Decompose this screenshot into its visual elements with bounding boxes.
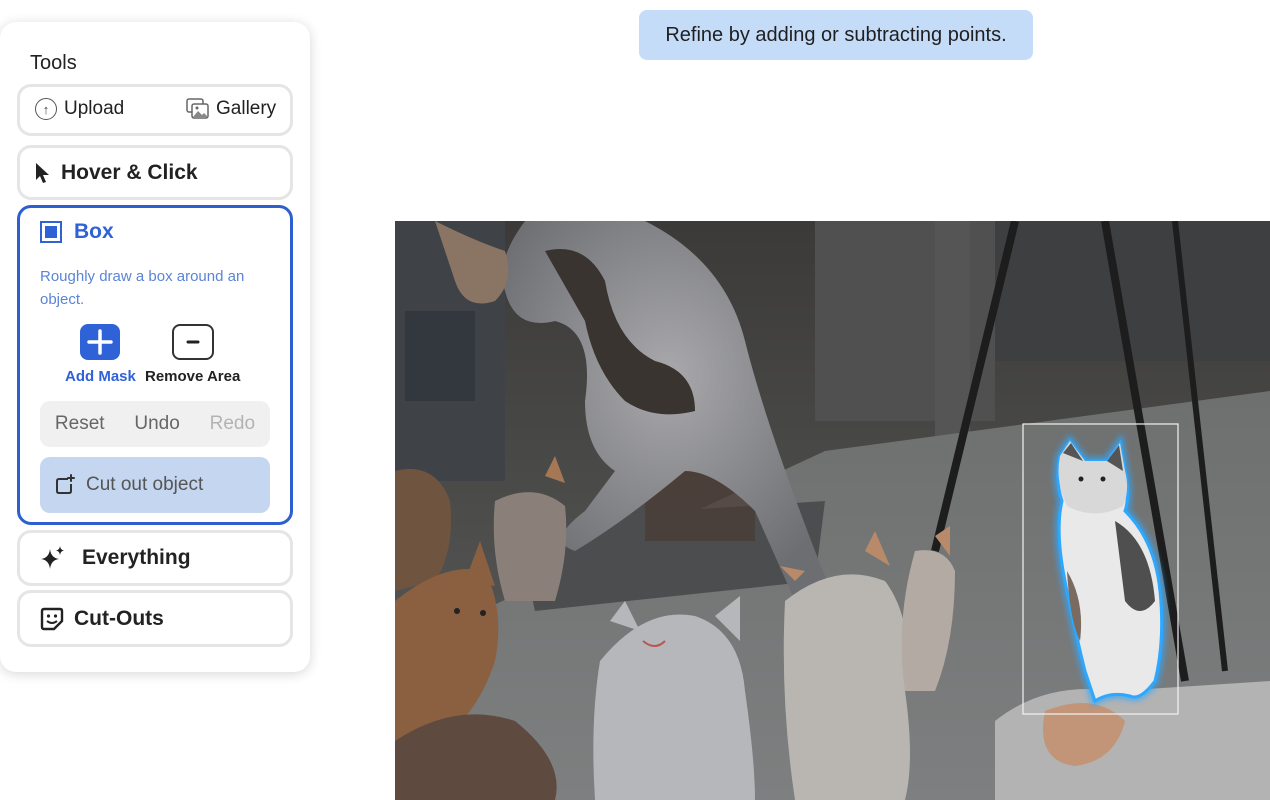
- hover-click-tool[interactable]: Hover & Click: [17, 145, 293, 200]
- cut-out-label: Cut out object: [86, 474, 204, 495]
- cutouts-label: Cut-Outs: [74, 607, 164, 630]
- tools-title: Tools: [30, 52, 77, 74]
- hint-banner: Refine by adding or subtracting points.: [639, 10, 1033, 60]
- upload-gallery-card: ↑ Upload Gallery: [17, 84, 293, 136]
- everything-tool[interactable]: Everything: [17, 530, 293, 586]
- box-select-icon: [40, 221, 62, 243]
- box-label: Box: [74, 220, 114, 243]
- undo-button[interactable]: Undo: [134, 413, 179, 435]
- gallery-icon: [186, 98, 210, 120]
- cut-out-object-button[interactable]: Cut out object: [40, 457, 270, 513]
- gallery-label: Gallery: [216, 98, 277, 119]
- tools-panel: Tools ↑ Upload Gallery Hover & Click Box…: [0, 22, 310, 672]
- cutouts-tool[interactable]: Cut-Outs: [17, 590, 293, 647]
- image-canvas[interactable]: [395, 221, 1270, 800]
- add-mask-button[interactable]: Add Mask: [65, 324, 136, 385]
- upload-label: Upload: [64, 98, 125, 119]
- minus-icon: [171, 324, 214, 360]
- cursor-pointer-icon: [35, 162, 51, 184]
- box-tool[interactable]: Box Roughly draw a box around an object.…: [17, 205, 293, 525]
- plus-icon: [80, 324, 121, 360]
- crop-add-icon: [54, 474, 76, 496]
- cats-photo: [395, 221, 1270, 800]
- remove-area-label: Remove Area: [145, 368, 241, 385]
- sparkles-icon: [40, 545, 66, 571]
- add-mask-label: Add Mask: [65, 368, 136, 385]
- remove-area-button[interactable]: Remove Area: [145, 324, 240, 385]
- reset-button[interactable]: Reset: [55, 413, 105, 435]
- box-description: Roughly draw a box around an object.: [40, 268, 245, 308]
- redo-button[interactable]: Redo: [210, 413, 255, 435]
- upload-button[interactable]: ↑ Upload: [35, 98, 124, 120]
- gallery-button[interactable]: Gallery: [186, 98, 276, 120]
- sticker-icon: [40, 607, 64, 631]
- everything-label: Everything: [82, 546, 191, 569]
- upload-arrow-icon: ↑: [35, 98, 57, 120]
- hover-click-label: Hover & Click: [61, 161, 198, 184]
- hint-banner-text: Refine by adding or subtracting points.: [665, 23, 1007, 46]
- history-controls: Reset Undo Redo: [40, 401, 270, 447]
